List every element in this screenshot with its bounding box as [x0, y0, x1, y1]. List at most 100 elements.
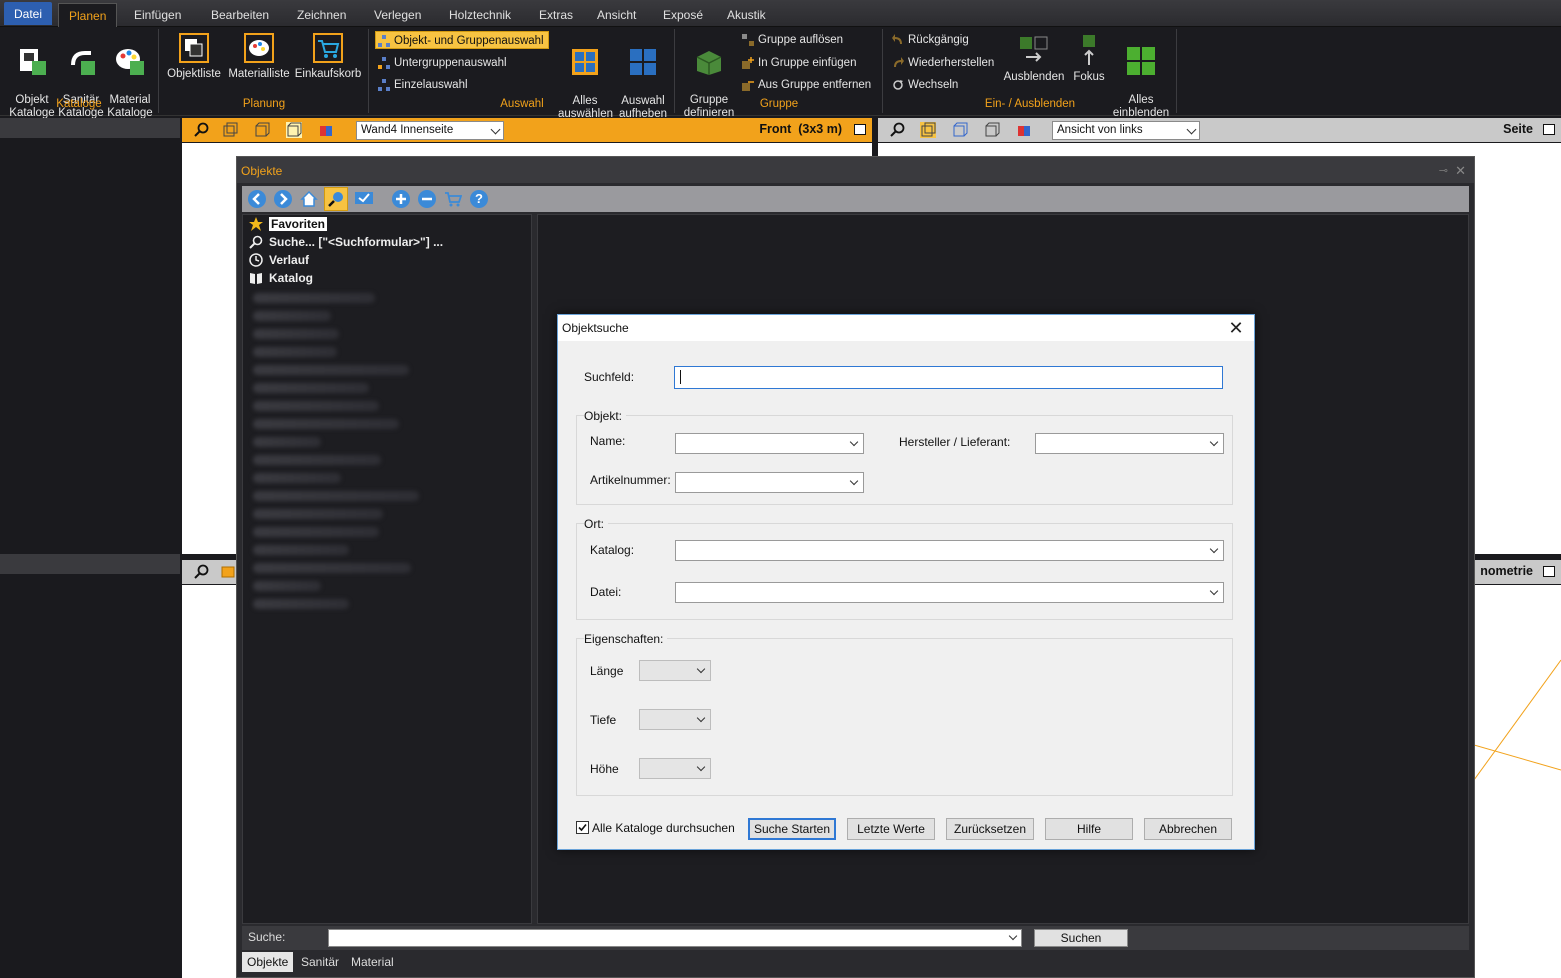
zoom-icon[interactable]: [890, 122, 906, 138]
tab-material[interactable]: Material: [346, 952, 399, 972]
blurred-tree-item: [253, 599, 349, 609]
artikelnummer-select[interactable]: [675, 472, 864, 493]
hersteller-select[interactable]: [1035, 433, 1224, 454]
maximize-icon[interactable]: [1543, 124, 1555, 135]
in-gruppe-einfuegen-button[interactable]: In Gruppe einfügen: [740, 54, 856, 72]
forward-icon[interactable]: [274, 190, 292, 208]
side-view-select[interactable]: Ansicht von links: [1052, 121, 1200, 140]
hoehe-select[interactable]: [639, 758, 711, 779]
cube-view-icon[interactable]: [254, 122, 270, 138]
tiefe-select[interactable]: [639, 709, 711, 730]
objektliste-button[interactable]: Objektliste: [164, 32, 224, 81]
color-cube-icon[interactable]: [1016, 122, 1032, 138]
pin-icon[interactable]: ⊸: [1439, 157, 1448, 185]
add-icon[interactable]: [392, 190, 410, 208]
menu-tab-bearbeiten[interactable]: Bearbeiten: [201, 3, 279, 27]
menu-tab-zeichnen[interactable]: Zeichnen: [287, 3, 356, 27]
katalog-select[interactable]: [675, 540, 1224, 561]
cube-view-icon[interactable]: [952, 122, 968, 138]
ausblenden-button[interactable]: Ausblenden: [1002, 35, 1066, 84]
select-checkbox-icon[interactable]: [354, 190, 376, 208]
add-to-group-icon: [742, 57, 754, 69]
menu-bar: Datei Planen Einfügen Bearbeiten Zeichne…: [0, 0, 1561, 27]
tree-item-favoriten[interactable]: Favoriten: [249, 215, 328, 233]
close-icon[interactable]: ✕: [1455, 157, 1466, 185]
floor-plan-icon[interactable]: [220, 564, 236, 580]
search-icon[interactable]: [324, 187, 348, 211]
letzte-werte-button[interactable]: Letzte Werte: [847, 818, 935, 840]
einkaufskorb-button[interactable]: Einkaufskorb: [293, 32, 363, 81]
front-view-select[interactable]: Wand4 Innenseite: [356, 121, 504, 140]
cube-view-icon[interactable]: [222, 122, 238, 138]
group-label-planung: Planung: [242, 98, 286, 110]
hilfe-button[interactable]: Hilfe: [1045, 818, 1133, 840]
tab-sanitaer[interactable]: Sanitär: [296, 952, 344, 972]
suchfeld-label: Suchfeld:: [584, 370, 635, 384]
help-icon[interactable]: ?: [470, 190, 488, 208]
close-icon[interactable]: ✕: [1226, 318, 1246, 338]
hierarchy-icon: [378, 57, 390, 69]
zoom-icon[interactable]: [194, 122, 210, 138]
suche-starten-button[interactable]: Suche Starten: [748, 818, 836, 840]
wiederherstellen-button[interactable]: Wiederherstellen: [890, 54, 994, 72]
menu-tab-akustik[interactable]: Akustik: [717, 3, 776, 27]
tree-item-suche[interactable]: Suche... ["<Suchformular>"] ...: [249, 233, 443, 251]
tree-item-verlauf[interactable]: Verlauf: [249, 251, 309, 269]
back-icon[interactable]: [248, 190, 266, 208]
cube-view-icon[interactable]: [920, 122, 936, 138]
ort-group-label: Ort:: [584, 517, 608, 531]
cube-view-icon[interactable]: [984, 122, 1000, 138]
menu-tab-einfuegen[interactable]: Einfügen: [124, 3, 191, 27]
zuruecksetzen-button[interactable]: Zurücksetzen: [946, 818, 1034, 840]
objekt-katalog-icon: [20, 49, 46, 75]
laenge-select[interactable]: [639, 660, 711, 681]
maximize-icon[interactable]: [854, 124, 866, 135]
datei-select[interactable]: [675, 582, 1224, 603]
menu-tab-planen[interactable]: Planen: [58, 3, 118, 27]
name-select[interactable]: [675, 433, 864, 454]
objekte-search-bar: Suche: Suchen: [242, 926, 1469, 950]
faucet-icon: [71, 51, 95, 75]
blurred-tree-item: [253, 563, 411, 573]
cart-icon[interactable]: [444, 190, 463, 208]
menu-tab-expose[interactable]: Exposé: [653, 3, 713, 27]
einzelauswahl-button[interactable]: Einzelauswahl: [376, 76, 468, 94]
remove-from-group-icon: [742, 81, 754, 91]
tree-item-katalog[interactable]: Katalog: [249, 269, 313, 287]
laenge-label: Länge: [590, 664, 624, 678]
abbrechen-button[interactable]: Abbrechen: [1144, 818, 1232, 840]
home-icon[interactable]: [300, 190, 318, 208]
objekt-gruppenauswahl-button[interactable]: Objekt- und Gruppenauswahl: [375, 31, 549, 49]
chevron-down-icon: [696, 713, 706, 723]
menu-tab-ansicht[interactable]: Ansicht: [587, 3, 646, 27]
hierarchy-icon: [378, 79, 390, 91]
alle-kataloge-checkbox[interactable]: [576, 821, 589, 834]
untergruppenauswahl-button[interactable]: Untergruppenauswahl: [376, 54, 507, 72]
fokus-button[interactable]: Fokus: [1070, 35, 1108, 84]
materialliste-icon: [244, 33, 274, 63]
menu-tab-datei[interactable]: Datei: [4, 2, 53, 25]
materialliste-button[interactable]: Materialliste: [226, 32, 292, 81]
remove-icon[interactable]: [418, 190, 436, 208]
menu-tab-extras[interactable]: Extras: [529, 3, 583, 27]
blurred-tree-item: [253, 437, 321, 447]
checkmark-icon: [578, 823, 587, 832]
chevron-down-icon: [1209, 437, 1219, 447]
gruppe-aufloesen-button[interactable]: Gruppe auflösen: [740, 31, 843, 49]
cube-view-icon[interactable]: [286, 122, 302, 138]
artikelnummer-label: Artikelnummer:: [590, 473, 671, 487]
wechseln-button[interactable]: Wechseln: [890, 76, 958, 94]
objekte-search-input[interactable]: [328, 929, 1022, 947]
menu-tab-holztechnik[interactable]: Holztechnik: [439, 3, 521, 27]
maximize-icon[interactable]: [1543, 566, 1555, 577]
suchen-button[interactable]: Suchen: [1034, 929, 1128, 947]
rueckgaengig-button[interactable]: Rückgängig: [890, 31, 969, 49]
suchfeld-input[interactable]: [674, 366, 1223, 389]
tab-objekte[interactable]: Objekte: [242, 952, 294, 972]
aus-gruppe-entfernen-button[interactable]: Aus Gruppe entfernen: [740, 76, 871, 94]
zoom-icon[interactable]: [194, 564, 210, 580]
menu-tab-verlegen[interactable]: Verlegen: [364, 3, 431, 27]
blurred-tree-item: [253, 329, 339, 339]
tiefe-label: Tiefe: [590, 713, 617, 727]
color-cube-icon[interactable]: [318, 122, 334, 138]
